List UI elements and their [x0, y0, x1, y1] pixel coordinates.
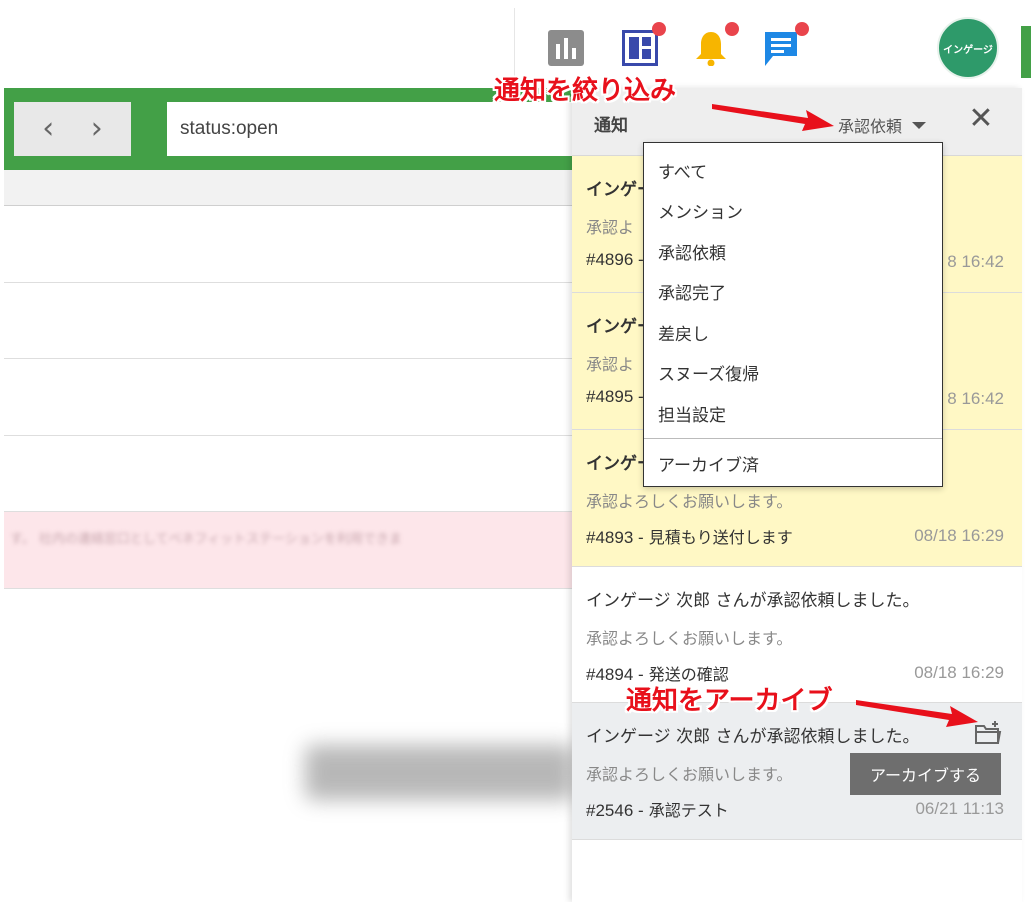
prev-button[interactable]: ‹: [42, 114, 54, 144]
list-row[interactable]: [4, 359, 572, 436]
notification-ticket[interactable]: #4893 - 見積もり送付します: [586, 524, 793, 548]
notification-body: 承認よろしくお願いします。: [586, 629, 793, 648]
menu-item-mention[interactable]: メンション: [658, 198, 743, 223]
next-button[interactable]: ›: [91, 114, 103, 144]
menu-item-assignee[interactable]: 担当設定: [658, 401, 726, 426]
notification-time: 8 16:42: [947, 389, 1004, 408]
ticket-subject: 見積もり送付します: [648, 528, 793, 547]
list-row-highlighted[interactable]: す。 社内の連絡窓口としてベネフィットステーションを利用できま: [4, 512, 572, 589]
menu-item-approval-request[interactable]: 承認依頼: [658, 239, 726, 264]
filter-select[interactable]: 承認依頼: [838, 113, 927, 137]
list-row[interactable]: [4, 283, 572, 359]
dashboard-badge: [652, 22, 666, 36]
notification-time: 08/18 16:29: [914, 526, 1004, 545]
bar-chart-icon[interactable]: [548, 30, 584, 66]
list-row-text: す。 社内の連絡窓口としてベネフィットステーションを利用できま: [10, 532, 402, 547]
annotation-filter: 通知を絞り込み: [494, 76, 677, 106]
edge-accent: [1021, 26, 1031, 78]
dashboard-icon[interactable]: [622, 22, 666, 66]
avatar[interactable]: インゲージ: [937, 17, 999, 79]
filter-value: 承認依頼: [838, 117, 903, 136]
notification-body: 承認よろしくお願いします。: [586, 492, 793, 511]
list-row[interactable]: [4, 436, 572, 512]
ticket-number: #4895 -: [586, 387, 644, 406]
notification-title: インゲージ 次郎 さんが承認依頼しました。: [586, 591, 920, 611]
search-input[interactable]: [167, 102, 573, 156]
annotation-archive: 通知をアーカイブ: [626, 686, 833, 716]
close-button[interactable]: ✕: [966, 104, 996, 134]
notification-time: 08/18 16:29: [914, 663, 1004, 682]
notification-ticket[interactable]: #4896 -: [586, 250, 644, 270]
bell-icon[interactable]: [693, 22, 739, 67]
menu-divider: [644, 438, 942, 439]
ticket-subject: 承認テスト: [648, 801, 729, 820]
menu-item-archived[interactable]: アーカイブ済: [658, 451, 759, 476]
notification-ticket[interactable]: #4895 -: [586, 387, 644, 407]
chevron-down-icon: [912, 121, 927, 129]
menu-item-returned[interactable]: 差戻し: [658, 320, 709, 345]
bell-badge: [725, 22, 739, 36]
panel-title: 通知: [594, 116, 628, 136]
annotation-arrow-filter: [712, 104, 834, 131]
menu-item-all[interactable]: すべて: [658, 158, 707, 183]
notification-body: 承認よ: [586, 218, 635, 237]
filter-dropdown-menu: すべて メンション 承認依頼 承認完了 差戻し スヌーズ復帰 担当設定 アーカイ…: [643, 142, 943, 487]
ticket-number: #4896 -: [586, 250, 644, 269]
archive-tooltip: アーカイブする: [850, 753, 1001, 795]
chat-badge: [795, 22, 809, 36]
ticket-number: #4893 -: [586, 528, 644, 547]
list-row[interactable]: [4, 206, 572, 283]
notification-ticket[interactable]: #2546 - 承認テスト: [586, 797, 729, 821]
menu-item-approval-complete[interactable]: 承認完了: [658, 279, 726, 304]
ticket-number: #2546 -: [586, 801, 644, 820]
annotation-arrow-archive: [856, 700, 978, 727]
notification-body: 承認よろしくお願いします。: [586, 765, 793, 784]
notification-time: 06/21 11:13: [915, 799, 1004, 818]
notification-body: 承認よ: [586, 355, 635, 374]
menu-item-snooze-return[interactable]: スヌーズ復帰: [658, 360, 759, 385]
list-header-strip: [4, 170, 572, 206]
notification-time: 8 16:42: [947, 252, 1004, 271]
pager-buttons: ‹ ›: [14, 102, 131, 156]
chat-icon[interactable]: [763, 22, 809, 66]
blurred-region: [305, 745, 575, 800]
